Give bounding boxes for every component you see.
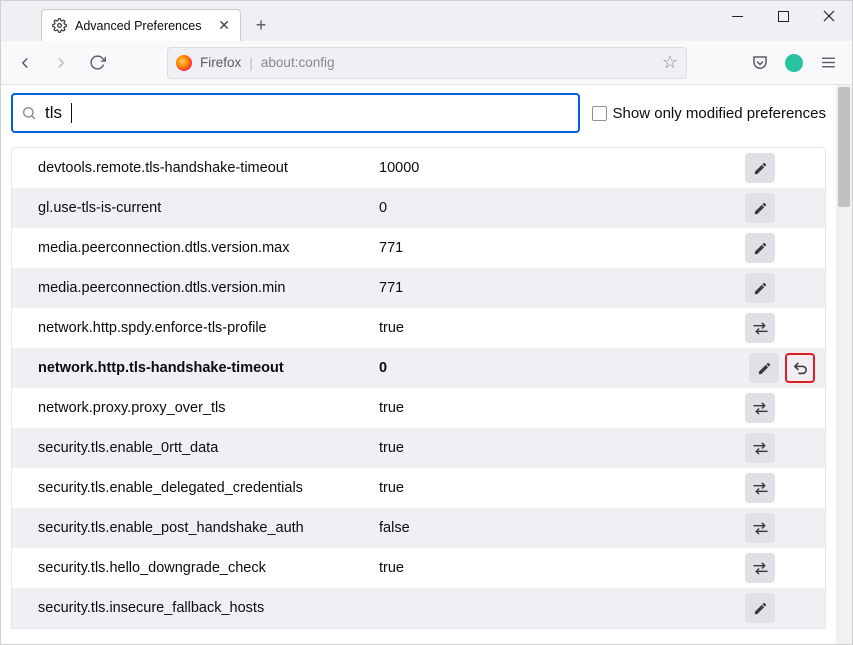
pref-value: true xyxy=(379,440,739,456)
minimize-button[interactable] xyxy=(714,1,760,31)
bookmark-star-icon[interactable]: ☆ xyxy=(662,52,678,73)
show-modified-label: Show only modified preferences xyxy=(613,105,826,122)
forward-button[interactable] xyxy=(45,47,77,79)
content-area: tls Show only modified preferences devto… xyxy=(1,85,852,644)
pref-name: network.http.spdy.enforce-tls-profile xyxy=(38,320,373,336)
pref-row: devtools.remote.tls-handshake-timeout 100… xyxy=(12,148,825,188)
prefs-table: devtools.remote.tls-handshake-timeout 100… xyxy=(11,147,826,629)
pref-name: security.tls.enable_post_handshake_auth xyxy=(38,520,373,536)
pref-row: security.tls.enable_post_handshake_auth f… xyxy=(12,508,825,548)
pref-row: media.peerconnection.dtls.version.max 771 xyxy=(12,228,825,268)
search-value: tls xyxy=(45,103,62,123)
pref-name: security.tls.insecure_fallback_hosts xyxy=(38,600,373,616)
toggle-button[interactable] xyxy=(745,433,775,463)
pref-row: network.http.tls-handshake-timeout 0 xyxy=(12,348,825,388)
toggle-button[interactable] xyxy=(745,473,775,503)
toggle-button[interactable] xyxy=(745,513,775,543)
gear-icon xyxy=(52,18,67,33)
toggle-button[interactable] xyxy=(745,553,775,583)
reset-button[interactable] xyxy=(785,353,815,383)
text-caret xyxy=(71,103,72,123)
back-button[interactable] xyxy=(9,47,41,79)
toggle-button[interactable] xyxy=(745,393,775,423)
pref-value: true xyxy=(379,400,739,416)
pref-name: network.proxy.proxy_over_tls xyxy=(38,400,373,416)
pref-name: security.tls.hello_downgrade_check xyxy=(38,560,373,576)
tab-close-icon[interactable]: ✕ xyxy=(218,17,230,34)
pref-row: gl.use-tls-is-current 0 xyxy=(12,188,825,228)
url-bar[interactable]: Firefox | about:config ☆ xyxy=(167,47,687,79)
app-menu-icon[interactable] xyxy=(812,47,844,79)
pref-row: security.tls.hello_downgrade_check true xyxy=(12,548,825,588)
window-close-button[interactable] xyxy=(806,1,852,31)
pref-row: security.tls.insecure_fallback_hosts xyxy=(12,588,825,628)
pref-value: true xyxy=(379,320,739,336)
pref-row: network.proxy.proxy_over_tls true xyxy=(12,388,825,428)
pref-value: 10000 xyxy=(379,160,739,176)
vertical-scrollbar[interactable] xyxy=(836,85,852,644)
pref-name: media.peerconnection.dtls.version.min xyxy=(38,280,373,296)
pref-row: security.tls.enable_delegated_credential… xyxy=(12,468,825,508)
pref-value: true xyxy=(379,480,739,496)
show-modified-checkbox[interactable]: Show only modified preferences xyxy=(592,105,826,122)
extension-icon[interactable] xyxy=(778,47,810,79)
edit-button[interactable] xyxy=(745,273,775,303)
reload-button[interactable] xyxy=(81,47,113,79)
checkbox-box[interactable] xyxy=(592,106,607,121)
pref-name: security.tls.enable_0rtt_data xyxy=(38,440,373,456)
pref-value: 0 xyxy=(379,200,739,216)
pocket-icon[interactable] xyxy=(744,47,776,79)
edit-button[interactable] xyxy=(745,153,775,183)
edit-button[interactable] xyxy=(745,233,775,263)
url-identity: Firefox xyxy=(200,55,241,70)
toggle-button[interactable] xyxy=(745,313,775,343)
pref-row: network.http.spdy.enforce-tls-profile tru… xyxy=(12,308,825,348)
edit-button[interactable] xyxy=(745,593,775,623)
pref-value: 0 xyxy=(379,360,743,376)
pref-row: media.peerconnection.dtls.version.min 771 xyxy=(12,268,825,308)
new-tab-button[interactable]: + xyxy=(247,11,275,39)
edit-button[interactable] xyxy=(745,193,775,223)
titlebar: Advanced Preferences ✕ + xyxy=(1,1,852,41)
pref-value: 771 xyxy=(379,240,739,256)
pref-name: security.tls.enable_delegated_credential… xyxy=(38,480,373,496)
pref-name: gl.use-tls-is-current xyxy=(38,200,373,216)
pref-value: 771 xyxy=(379,280,739,296)
tab-title: Advanced Preferences xyxy=(75,19,201,33)
pref-value: false xyxy=(379,520,739,536)
browser-tab[interactable]: Advanced Preferences ✕ xyxy=(41,9,241,41)
firefox-icon xyxy=(176,55,192,71)
browser-window: Advanced Preferences ✕ + Fi xyxy=(0,0,853,645)
pref-search-box[interactable]: tls xyxy=(11,93,580,133)
search-icon xyxy=(21,105,37,121)
nav-toolbar: Firefox | about:config ☆ xyxy=(1,41,852,85)
maximize-button[interactable] xyxy=(760,1,806,31)
pref-row: security.tls.enable_0rtt_data true xyxy=(12,428,825,468)
pref-name: network.http.tls-handshake-timeout xyxy=(38,360,373,376)
edit-button[interactable] xyxy=(749,353,779,383)
window-controls xyxy=(714,1,852,31)
url-text: about:config xyxy=(261,55,335,70)
pref-value: true xyxy=(379,560,739,576)
pref-name: media.peerconnection.dtls.version.max xyxy=(38,240,373,256)
pref-name: devtools.remote.tls-handshake-timeout xyxy=(38,160,373,176)
scrollbar-thumb[interactable] xyxy=(838,87,850,207)
